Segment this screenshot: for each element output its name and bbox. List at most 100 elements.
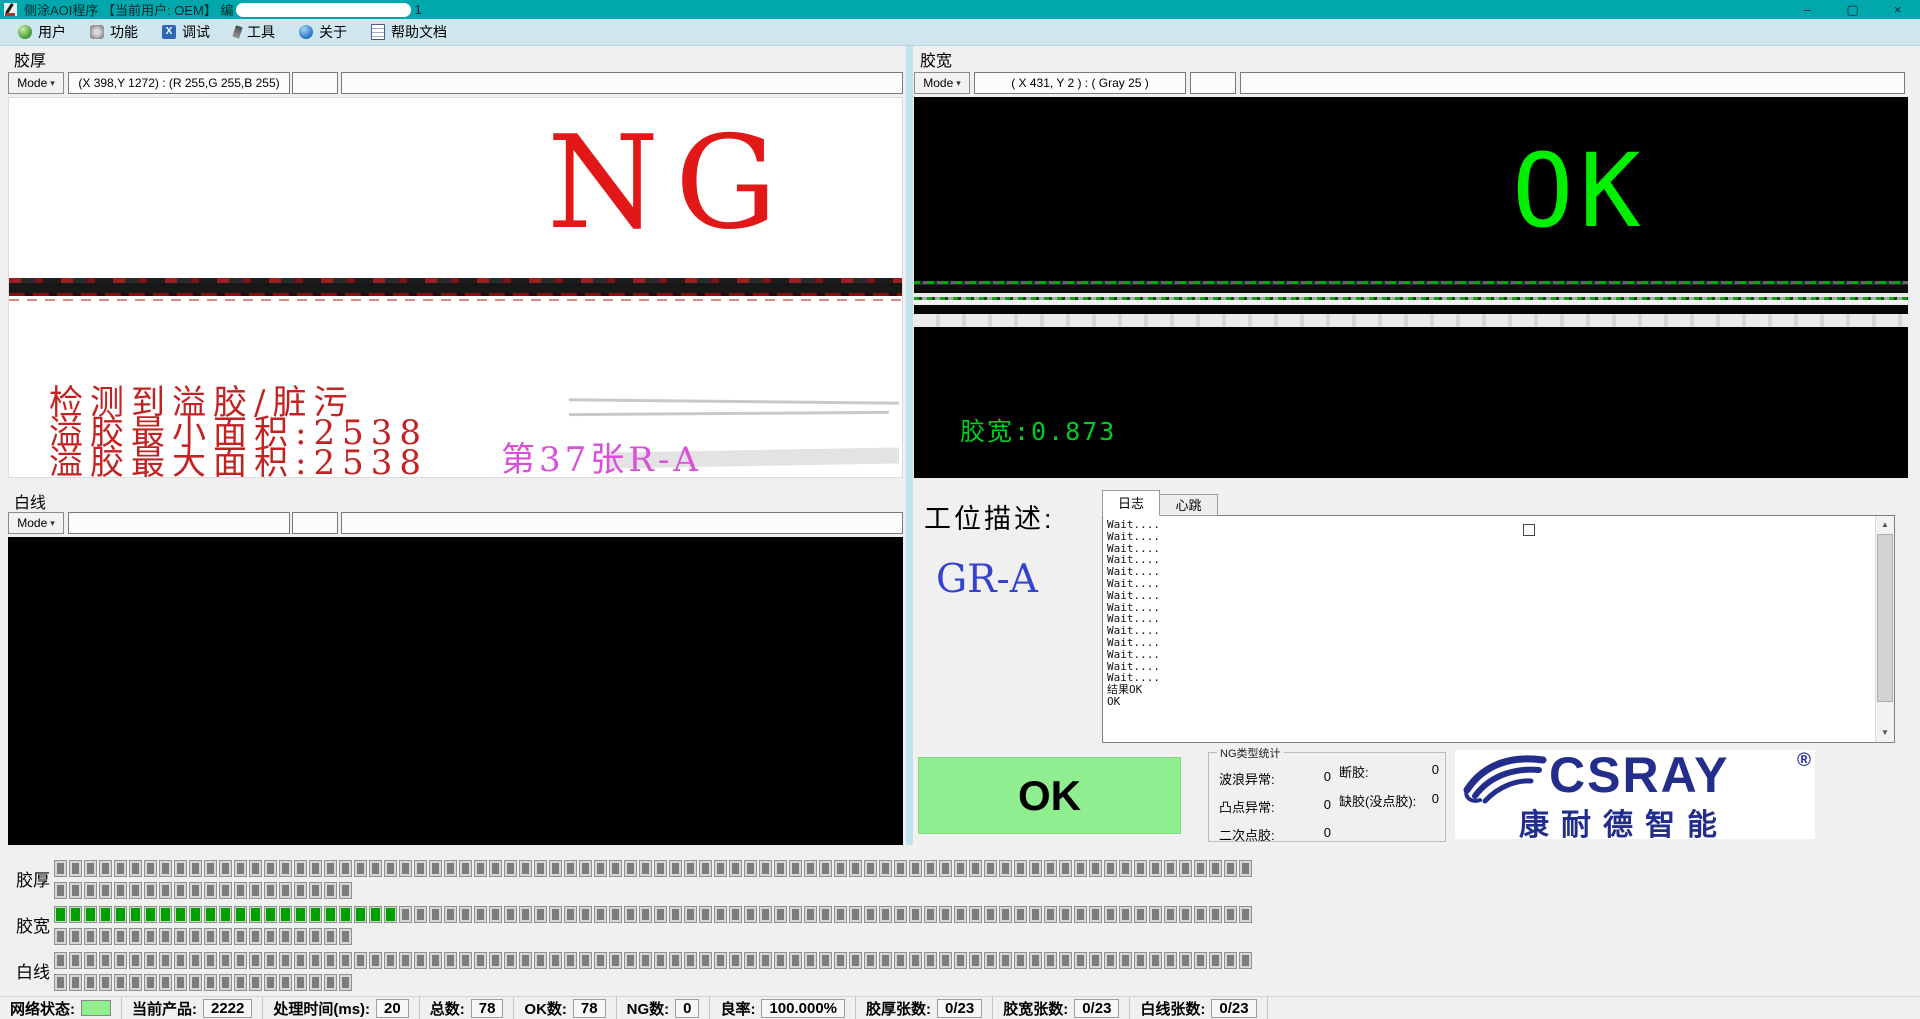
indicator-cell xyxy=(1194,906,1207,923)
indicator-cell xyxy=(729,906,742,923)
indicator-cell xyxy=(264,952,277,969)
indicator-cell xyxy=(984,860,997,877)
scrollbar-thumb[interactable] xyxy=(1877,534,1893,702)
log-checkbox[interactable] xyxy=(1523,524,1535,536)
menu-item-debug[interactable]: 调试 xyxy=(150,19,222,45)
image-view-jiaohou[interactable]: NG 检测到溢胶/脏污 溢胶最小面积:2538 溢胶最大面积:2538 第37张… xyxy=(8,97,903,478)
log-line: Wait.... xyxy=(1107,578,1160,590)
menu-item-gear[interactable]: 功能 xyxy=(78,19,150,45)
tab-heartbeat[interactable]: 心跳 xyxy=(1160,494,1218,516)
indicator-cell xyxy=(1059,906,1072,923)
indicator-cell xyxy=(489,860,502,877)
indicator-cell xyxy=(84,928,97,945)
indicator-cell xyxy=(174,952,187,969)
vertical-divider xyxy=(906,46,913,845)
indicator-cell xyxy=(639,860,652,877)
close-button[interactable]: × xyxy=(1875,0,1920,19)
indicator-cell xyxy=(339,974,352,991)
indicator-cell xyxy=(159,952,172,969)
status-value: 78 xyxy=(471,999,504,1018)
status-group: 白线张数:0/23 xyxy=(1130,997,1267,1019)
debug-icon xyxy=(162,25,176,39)
indicator-cell xyxy=(819,952,832,969)
indicator-cell xyxy=(1029,952,1042,969)
menu-bar: 用户 功能调试工具关于帮助文档 xyxy=(0,19,1920,46)
indicator-cell xyxy=(339,906,352,923)
menu-item-help[interactable]: 帮助文档 xyxy=(359,19,459,45)
indicator-cell xyxy=(894,952,907,969)
image-view-baixian[interactable] xyxy=(8,537,903,845)
indicator-cell xyxy=(249,928,262,945)
indicator-cell xyxy=(864,906,877,923)
overall-result-button[interactable]: OK xyxy=(918,757,1181,834)
status-bar: 网络状态:当前产品:2222处理时间(ms):20总数:78OK数:78NG数:… xyxy=(0,996,1920,1019)
menu-item-about[interactable]: 关于 xyxy=(287,19,359,45)
pixel-coord-readout-jiaohou: (X 398,Y 1272) : (R 255,G 255,B 255) xyxy=(68,72,290,94)
indicator-cell xyxy=(279,974,292,991)
small-field-jiaokuan xyxy=(1190,72,1236,94)
indicator-cell xyxy=(99,928,112,945)
indicator-cell xyxy=(114,860,127,877)
indicator-cell xyxy=(174,882,187,899)
indicator-cell xyxy=(954,952,967,969)
status-group: 总数:78 xyxy=(420,997,515,1019)
image-view-jiaokuan[interactable]: OK 胶宽:0.873 xyxy=(914,97,1908,478)
status-label: 胶厚张数: xyxy=(866,998,931,1019)
scroll-down-icon[interactable]: ▼ xyxy=(1876,724,1894,742)
indicator-cell xyxy=(1209,952,1222,969)
panel-title-baixian: 白线 xyxy=(14,489,46,513)
indicator-cell xyxy=(759,860,772,877)
wide-field-jiaokuan xyxy=(1240,72,1905,94)
indicator-cell xyxy=(324,906,337,923)
indicator-cell xyxy=(519,952,532,969)
indicator-cell xyxy=(624,952,637,969)
menu-item-label: 功能 xyxy=(110,22,138,42)
log-scrollbar[interactable]: ▲ ▼ xyxy=(1875,516,1894,742)
indicator-cell xyxy=(204,860,217,877)
glue-white-band xyxy=(914,314,1908,327)
indicator-cell xyxy=(1074,952,1087,969)
indicator-cell xyxy=(999,952,1012,969)
gray-smudge xyxy=(569,411,889,416)
maximize-button[interactable]: ▢ xyxy=(1830,0,1875,19)
indicator-cell xyxy=(1164,906,1177,923)
indicator-cell xyxy=(819,860,832,877)
menu-item-tool[interactable]: 工具 xyxy=(222,19,287,45)
indicator-cell xyxy=(234,906,247,923)
indicator-cell xyxy=(564,906,577,923)
indicator-cell xyxy=(1074,860,1087,877)
indicator-cell xyxy=(54,928,67,945)
menu-item-user[interactable]: 用户 xyxy=(6,19,78,45)
indicator-cell xyxy=(594,860,607,877)
indicator-cell xyxy=(279,952,292,969)
tab-log[interactable]: 日志 xyxy=(1102,490,1160,516)
ng-stat-label: 缺胶(没点胶): xyxy=(1339,791,1416,810)
mode-dropdown-baixian[interactable]: Mode xyxy=(8,512,64,534)
mode-dropdown-jiaohou[interactable]: Mode xyxy=(8,72,64,94)
indicator-cell xyxy=(1119,906,1132,923)
scroll-up-icon[interactable]: ▲ xyxy=(1876,516,1894,534)
indicator-cell xyxy=(1134,860,1147,877)
indicator-cell xyxy=(294,906,307,923)
indicator-cell xyxy=(804,952,817,969)
indicator-cell xyxy=(624,860,637,877)
status-value: 0/23 xyxy=(937,999,982,1018)
minimize-button[interactable]: – xyxy=(1785,0,1830,19)
indicator-cell xyxy=(579,906,592,923)
log-listbox[interactable]: Wait....Wait....Wait....Wait....Wait....… xyxy=(1102,515,1895,743)
indicator-cell xyxy=(1089,860,1102,877)
mode-dropdown-jiaokuan[interactable]: Mode xyxy=(914,72,970,94)
indicator-cell xyxy=(279,882,292,899)
station-description-label: 工位描述: xyxy=(924,497,1055,536)
indicator-cell xyxy=(669,952,682,969)
indicator-cell xyxy=(1104,860,1117,877)
indicator-cell xyxy=(369,952,382,969)
indicator-cell xyxy=(234,860,247,877)
indicator-cell xyxy=(189,928,202,945)
indicator-cell xyxy=(129,952,142,969)
indicator-cell xyxy=(999,906,1012,923)
ng-stat-value: 0 xyxy=(1432,791,1439,810)
indicator-cell xyxy=(189,952,202,969)
indicator-cell xyxy=(189,860,202,877)
indicator-cell xyxy=(1194,952,1207,969)
